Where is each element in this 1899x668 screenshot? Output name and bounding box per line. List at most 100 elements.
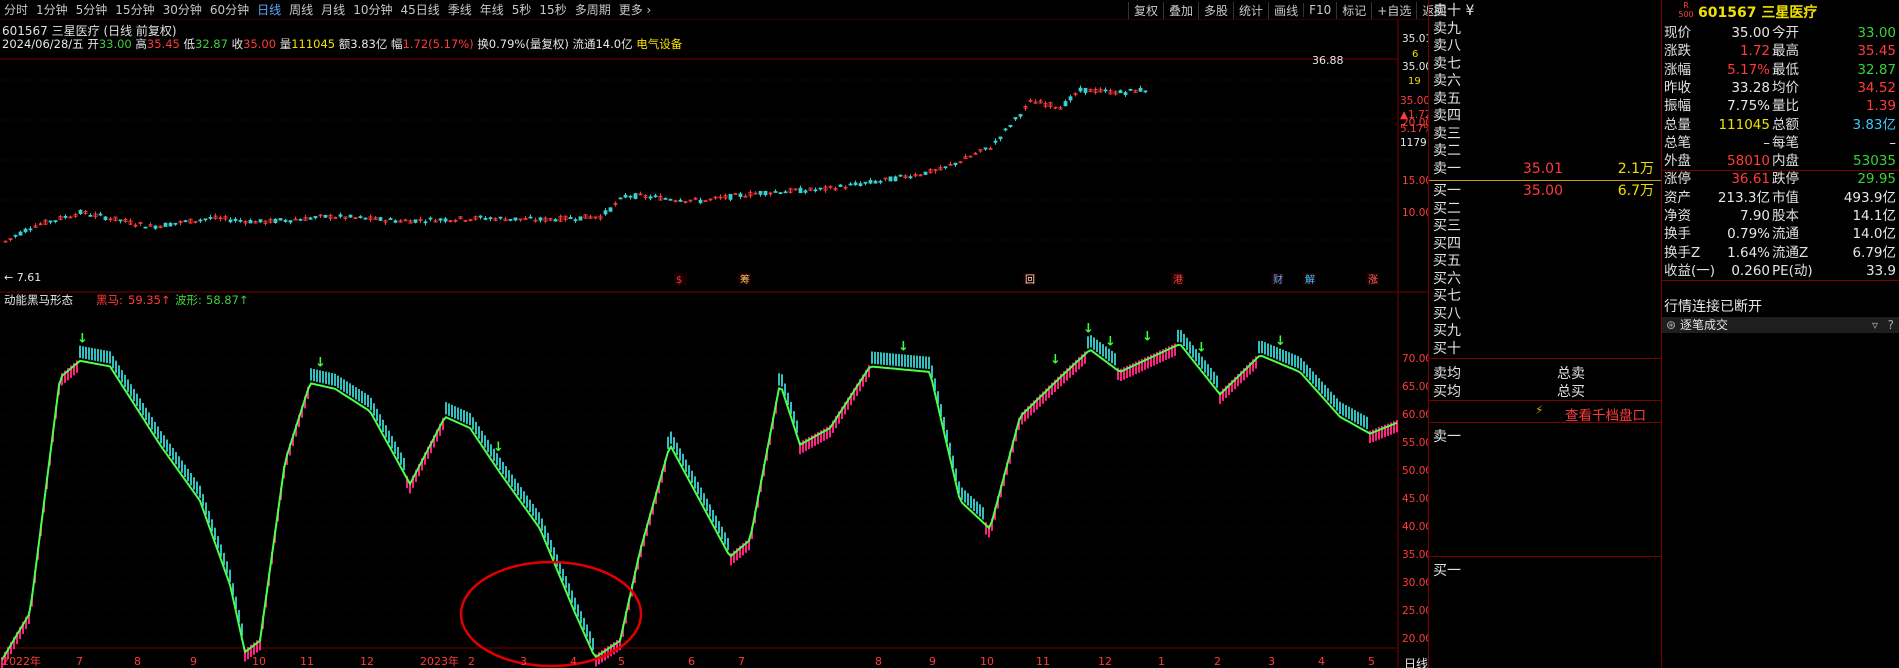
period-tab-6[interactable]: 日线 — [253, 1, 285, 18]
period-tab-12[interactable]: 年线 — [476, 1, 508, 18]
sell-level-7[interactable]: 卖七 — [1433, 55, 1658, 73]
period-tab-1[interactable]: 1分钟 — [32, 1, 72, 18]
indicator-name[interactable]: 动能黑马形态 — [4, 293, 73, 307]
period-tab-11[interactable]: 季线 — [444, 1, 476, 18]
period-tab-7[interactable]: 周线 — [285, 1, 317, 18]
last-close-label: 35.00 — [1400, 95, 1428, 107]
period-tab-13[interactable]: 5秒 — [508, 1, 536, 18]
tool-button-4[interactable]: 画线 — [1268, 1, 1303, 19]
quote-row-12: 换手Z 1.64% 流通Z 6.79亿 — [1662, 244, 1899, 262]
period-tab-3[interactable]: 15分钟 — [111, 1, 158, 18]
quote-value: 3.83亿 — [1852, 116, 1896, 133]
tool-button-6[interactable]: 标记 — [1336, 1, 1371, 19]
quote-label: 量比 — [1772, 98, 1799, 115]
quote-row-3: 昨收 33.28 均价 34.52 — [1662, 79, 1899, 97]
buy-level-label: 买二 — [1433, 200, 1461, 217]
buy-level-2[interactable]: 买二 — [1433, 200, 1658, 218]
buy-level-4[interactable]: 买四 — [1433, 235, 1658, 253]
period-tab-4[interactable]: 30分钟 — [159, 1, 206, 18]
quote-value: – — [1763, 134, 1770, 151]
quote-divider — [1662, 279, 1899, 281]
buy-level-6[interactable]: 买六 — [1433, 270, 1658, 288]
time-tick-13: 7 — [738, 655, 745, 668]
period-tab-2[interactable]: 5分钟 — [72, 1, 112, 18]
quote-row-7: 外盘 58010 内盘 53035 — [1662, 152, 1899, 172]
sell-level-label: 卖八 — [1433, 38, 1461, 54]
quote-row-5: 总量 111045 总额 3.83亿 — [1662, 116, 1899, 134]
quote-row-8: 涨停 36.61 跌停 29.95 — [1662, 170, 1899, 188]
chart-tool-buttons: 复权 叠加 多股 统计 画线 F10 标记 +自选 返回 — [1128, 0, 1451, 20]
price-tick-small-1: 19 — [1408, 76, 1421, 87]
view-full-depth-link[interactable]: 查看千档盘口 — [1565, 404, 1646, 424]
filter-icon[interactable]: ▿ — [1872, 317, 1878, 333]
book-divider-5 — [1429, 556, 1662, 557]
quote-row-1: 涨跌 1.72 最高 35.45 — [1662, 42, 1899, 60]
period-tab-9[interactable]: 10分钟 — [349, 1, 396, 18]
quote-label: 换手 — [1664, 226, 1691, 243]
period-tab-10[interactable]: 45日线 — [396, 1, 443, 18]
indicator-tick-4: 50.00 — [1402, 465, 1428, 477]
buy-level-10[interactable]: 买十 — [1433, 340, 1658, 358]
sell-level-10[interactable]: 卖十 ¥ — [1433, 2, 1658, 20]
buy-level-8[interactable]: 买八 — [1433, 305, 1658, 323]
sell-level-8[interactable]: 卖八 — [1433, 37, 1658, 55]
period-mode[interactable]: 日线 — [1404, 657, 1428, 668]
sell-level-label: 卖二 — [1433, 143, 1461, 159]
quote-label: 跌停 — [1772, 171, 1799, 188]
time-tick-7: 2023年 — [420, 654, 459, 668]
help-icon[interactable]: ? — [1888, 317, 1894, 333]
quote-value: 1.39 — [1865, 98, 1896, 115]
tool-button-3[interactable]: 统计 — [1233, 1, 1268, 19]
quote-label: 现价 — [1664, 25, 1691, 41]
sell-level-3[interactable]: 卖三 — [1433, 125, 1658, 143]
quote-value: 33.28 — [1731, 79, 1770, 96]
sell-level-2[interactable]: 卖二 — [1433, 142, 1658, 160]
period-tab-8[interactable]: 月线 — [317, 1, 349, 18]
buy-level-5[interactable]: 买五 — [1433, 252, 1658, 270]
ticks-header[interactable]: ⊛ 逐笔成交 ▿ ? — [1662, 317, 1899, 333]
price-tick-small-0: 6 — [1412, 49, 1418, 60]
buy-level-label: 买五 — [1433, 253, 1461, 269]
period-tab-5[interactable]: 60分钟 — [206, 1, 253, 18]
tool-button-2[interactable]: 多股 — [1198, 1, 1233, 19]
sell-level-9[interactable]: 卖九 — [1433, 20, 1658, 38]
series1-value: 59.35↑ — [128, 293, 171, 307]
quote-row-9: 资产 213.3亿 市值 493.9亿 — [1662, 189, 1899, 207]
buy-level-7[interactable]: 买七 — [1433, 287, 1658, 305]
quote-label: 流通 — [1772, 226, 1799, 243]
change-axis-label: ▲1.72 — [1400, 109, 1428, 121]
period-tab-15[interactable]: 多周期 — [571, 1, 615, 18]
buy-level-9[interactable]: 买九 — [1433, 322, 1658, 340]
time-tick-17: 11 — [1036, 655, 1050, 668]
period-tab-16[interactable]: 更多 › — [615, 1, 656, 18]
collapse-icon[interactable]: ⊛ — [1666, 317, 1676, 333]
tool-button-7[interactable]: +自选 — [1371, 1, 1416, 19]
period-tab-14[interactable]: 15秒 — [535, 1, 570, 18]
quote-label: 总额 — [1772, 116, 1799, 133]
signal-arrow-5: ↓ — [1083, 322, 1094, 337]
quote-label: 换手Z — [1664, 244, 1701, 261]
indicator-tick-1: 65.00 — [1402, 381, 1428, 393]
order-book-panel: 卖十 ¥ 卖九 卖八 卖七 卖六 卖五 卖四 卖三 卖二 卖一 35.01 2.1万 买一 35.00 6.… — [1428, 0, 1662, 668]
buy-level-1[interactable]: 买一 35.00 6.7万 — [1433, 182, 1658, 200]
stock-chart-area[interactable]: ↓↓↓↓↓↓↓ ↓↓ ↓ 2022年 7 8 9 10 11 12 2023年 2 3 4 5 6 7 8 9 10… — [0, 20, 1428, 668]
sell-level-4[interactable]: 卖四 — [1433, 107, 1658, 125]
quote-value: 1.72 — [1739, 43, 1770, 60]
period-tab-0[interactable]: 分时 — [0, 1, 32, 18]
signal-arrow-4: ↓ — [1050, 353, 1061, 368]
connection-status: 行情连接已断开 — [1664, 299, 1762, 315]
sell-level-5[interactable]: 卖五 — [1433, 90, 1658, 108]
sell-level-1[interactable]: 卖一 35.01 2.1万 — [1433, 160, 1658, 178]
tool-button-1[interactable]: 叠加 — [1163, 1, 1198, 19]
price-tick-0: 35.01 — [1402, 33, 1428, 45]
quote-row-2: 涨幅 5.17% 最低 32.87 — [1662, 61, 1899, 79]
quote-value: 0.79% — [1727, 226, 1770, 243]
buy-level-3[interactable]: 买三 — [1433, 217, 1658, 235]
tool-button-5[interactable]: F10 — [1303, 3, 1336, 17]
buy-level-label: 买八 — [1433, 305, 1461, 322]
time-tick-15: 9 — [929, 655, 936, 668]
tool-button-0[interactable]: 复权 — [1128, 1, 1163, 19]
sell-level-6[interactable]: 卖六 — [1433, 72, 1658, 90]
signal-arrow-8: ↓ — [1196, 341, 1207, 356]
price-tick-3: 15.00 — [1402, 175, 1428, 187]
